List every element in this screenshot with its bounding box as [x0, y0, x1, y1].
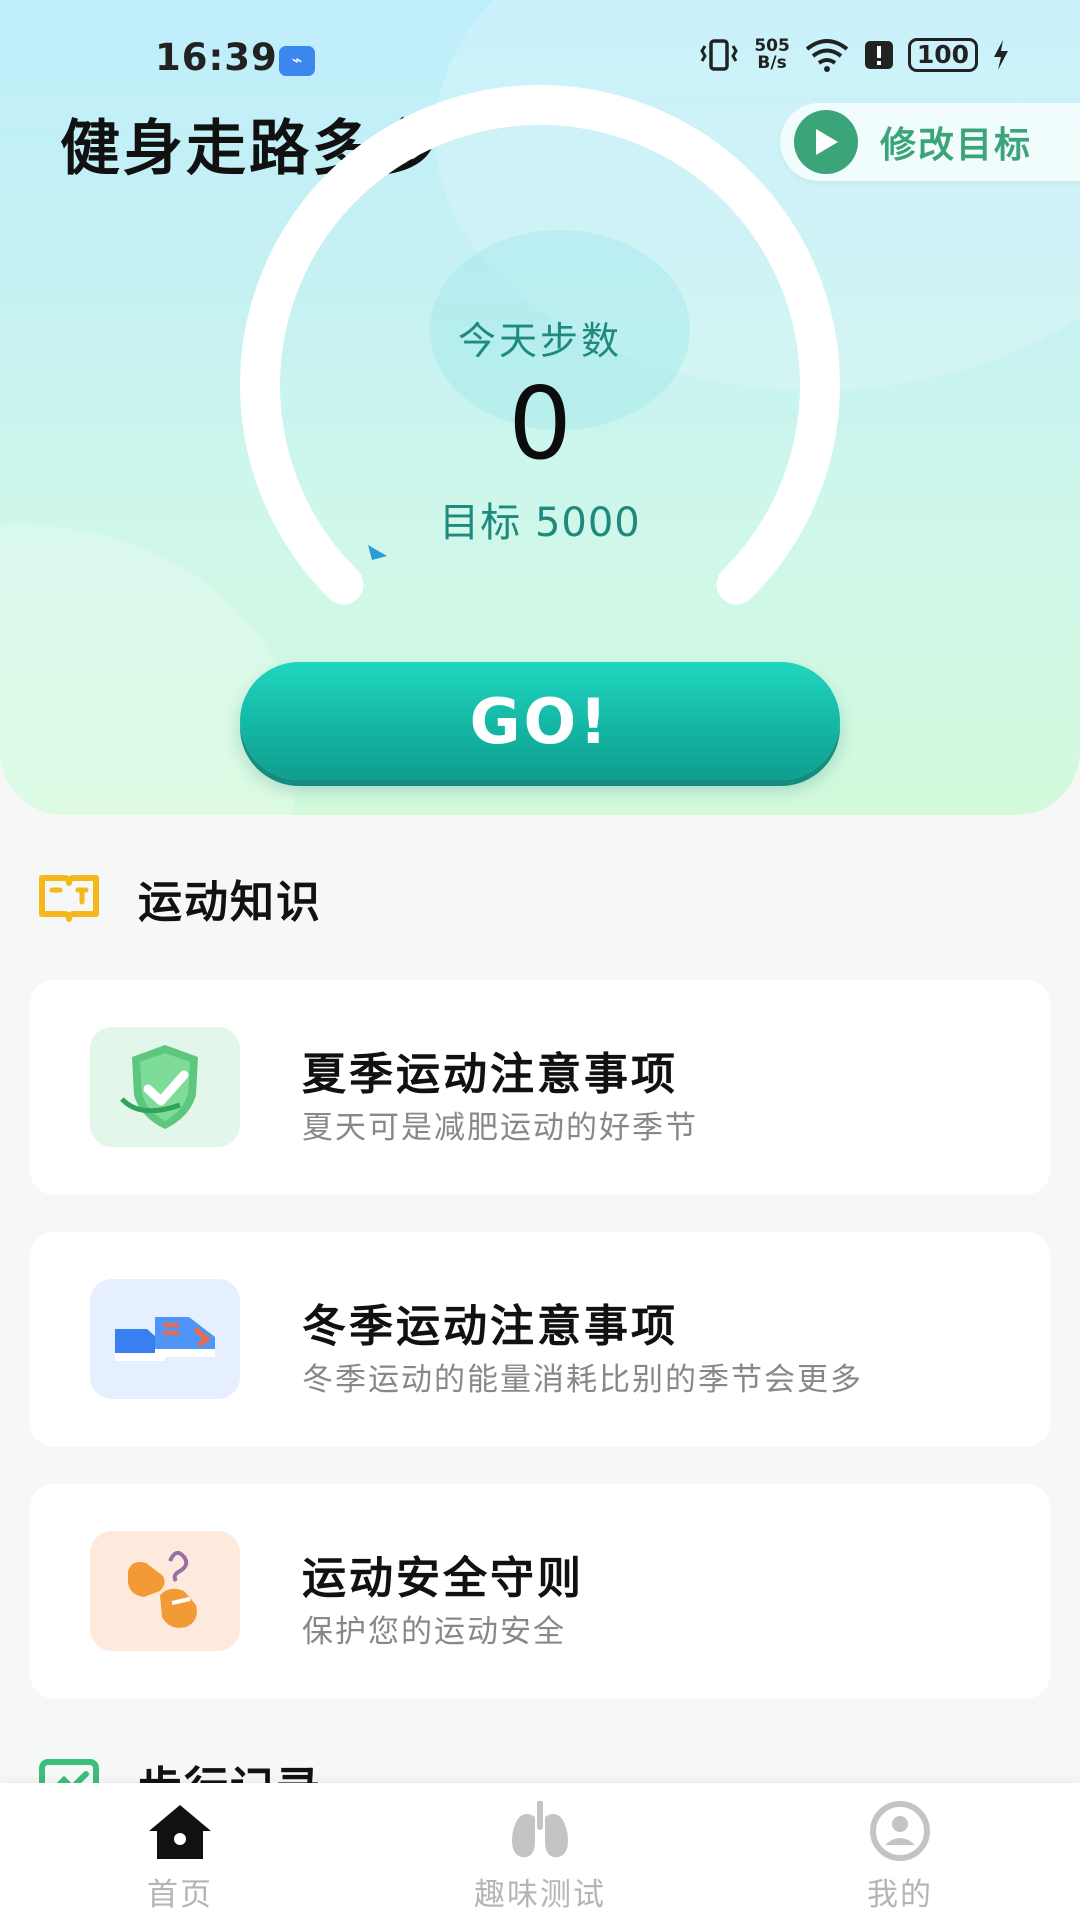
knowledge-card[interactable]: 夏季运动注意事项 夏天可是减肥运动的好季节 [30, 980, 1050, 1195]
card-title: 冬季运动注意事项 [302, 1301, 678, 1352]
book-icon [39, 875, 99, 922]
sneakers-icon [90, 1279, 240, 1399]
card-description: 冬季运动的能量消耗比别的季节会更多 [302, 1362, 863, 1398]
knowledge-card[interactable]: 冬季运动注意事项 冬季运动的能量消耗比别的季节会更多 [30, 1232, 1050, 1447]
nav-item-fun-test[interactable]: 趣味测试 [440, 1783, 640, 1920]
goal-text: 目标 5000 [439, 500, 641, 546]
card-description: 保护您的运动安全 [302, 1614, 566, 1650]
nav-item-home[interactable]: 首页 [80, 1783, 280, 1920]
nav-label: 趣味测试 [474, 1877, 606, 1913]
step-count: 0 [508, 365, 572, 482]
bottom-nav: 首页 趣味测试 我的 [0, 1783, 1080, 1920]
today-steps-label: 今天步数 [457, 319, 622, 363]
nav-label: 我的 [867, 1877, 933, 1913]
knowledge-title: 运动知识 [138, 877, 322, 928]
nav-item-profile[interactable]: 我的 [800, 1783, 1000, 1920]
knowledge-card[interactable]: 运动安全守则 保护您的运动安全 [30, 1484, 1050, 1699]
nav-label: 首页 [147, 1877, 213, 1913]
card-title: 运动安全守则 [302, 1553, 584, 1604]
hero-section: 16:39 ⌁ 505 B/s 100 健身走路多多 修改目标 今天步数 0 目… [0, 0, 1080, 815]
gloves-icon [90, 1531, 240, 1651]
card-description: 夏天可是减肥运动的好季节 [302, 1110, 698, 1146]
profile-icon [870, 1801, 930, 1861]
home-icon [149, 1805, 211, 1859]
card-title: 夏季运动注意事项 [302, 1049, 678, 1100]
lungs-icon [512, 1801, 568, 1858]
go-button[interactable]: GO! [240, 662, 840, 780]
shield-check-icon [90, 1027, 240, 1147]
knowledge-section-header: 运动知识 [38, 866, 322, 930]
